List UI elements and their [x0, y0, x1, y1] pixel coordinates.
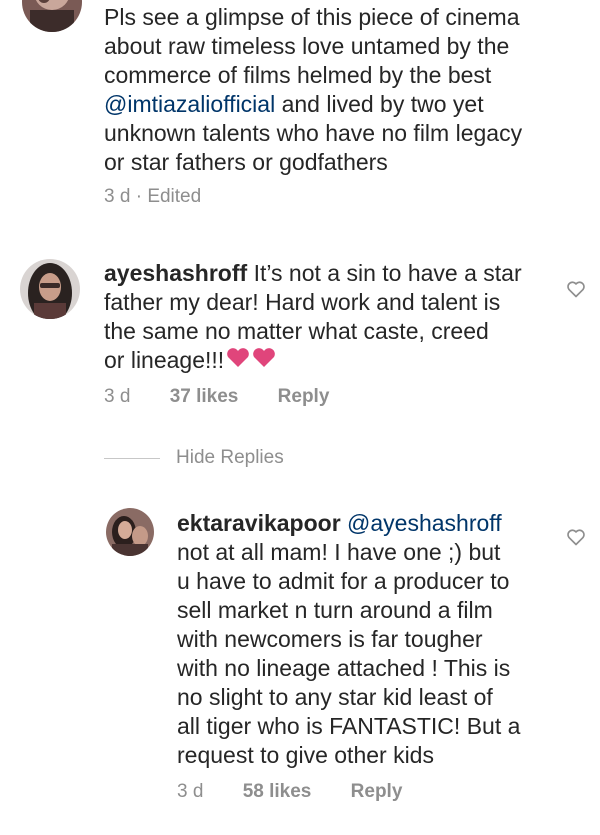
- comment-line: the same no matter what caste, creed: [104, 318, 489, 344]
- comment-line: sell market n turn around a film: [177, 597, 493, 623]
- comment-line: no slight to any star kid least of: [177, 684, 493, 710]
- comment-meta: 3 d 58 likes Reply: [177, 781, 402, 803]
- avatar[interactable]: [106, 508, 154, 556]
- separator: ·: [135, 186, 143, 207]
- like-heart-icon[interactable]: [566, 527, 586, 547]
- like-heart-icon[interactable]: [566, 279, 586, 299]
- username-link[interactable]: ektaravikapoor: [177, 510, 341, 536]
- likes-count[interactable]: 58 likes: [243, 781, 312, 803]
- edited-label: Edited: [147, 186, 202, 207]
- comment-line: unknown talents who have no film legacy: [104, 120, 523, 146]
- comment-text: ayeshashroff It’s not a sin to have a st…: [104, 259, 522, 376]
- avatar[interactable]: [22, 0, 82, 32]
- likes-count[interactable]: 37 likes: [170, 386, 239, 408]
- timestamp: 3 d: [104, 386, 131, 407]
- timestamp: 3 d: [177, 781, 204, 802]
- comment-line: or star fathers or godfathers: [104, 149, 388, 175]
- comment-line: with no lineage attached ! This is: [177, 655, 511, 681]
- reply-button[interactable]: Reply: [351, 781, 403, 803]
- comment-meta: 3 d 37 likes Reply: [104, 386, 329, 408]
- comment-line: Pls see a glimpse of this piece of cinem…: [104, 4, 520, 30]
- comment-line: u have to admit for a producer to: [177, 568, 510, 594]
- comment-line: not at all mam! I have one ;) but: [177, 539, 501, 565]
- timestamp: 3 d: [104, 186, 131, 207]
- comment-line: about raw timeless love untamed by the: [104, 33, 510, 59]
- reply-button[interactable]: Reply: [278, 386, 330, 408]
- avatar[interactable]: [20, 259, 80, 319]
- comment-line: commerce of films helmed by the best: [104, 62, 492, 88]
- mention-link[interactable]: @imtiazaliofficial and lived by two yet: [104, 90, 522, 119]
- comment-line: or lineage!!!: [104, 347, 225, 373]
- username-link[interactable]: ayeshashroff: [104, 260, 247, 286]
- comment-meta: 3 d · Edited: [104, 186, 201, 208]
- replies-divider: [104, 458, 160, 459]
- hearts-emoji-icon: [226, 347, 278, 376]
- hide-replies-button[interactable]: Hide Replies: [176, 447, 284, 469]
- comment-text: Pls see a glimpse of this piece of cinem…: [104, 3, 522, 177]
- comment-line: request to give other kids: [177, 742, 434, 768]
- comment-text: ektaravikapoor @ayeshashroff not at all …: [177, 509, 520, 770]
- mention-link[interactable]: @ayeshashroff: [347, 510, 502, 536]
- comment-line: with newcomers is far tougher: [177, 626, 483, 652]
- comment-line: father my dear! Hard work and talent is: [104, 289, 501, 315]
- comment-line: all tiger who is FANTASTIC! But a: [177, 713, 521, 739]
- comment-line: It’s not a sin to have a star: [253, 260, 522, 286]
